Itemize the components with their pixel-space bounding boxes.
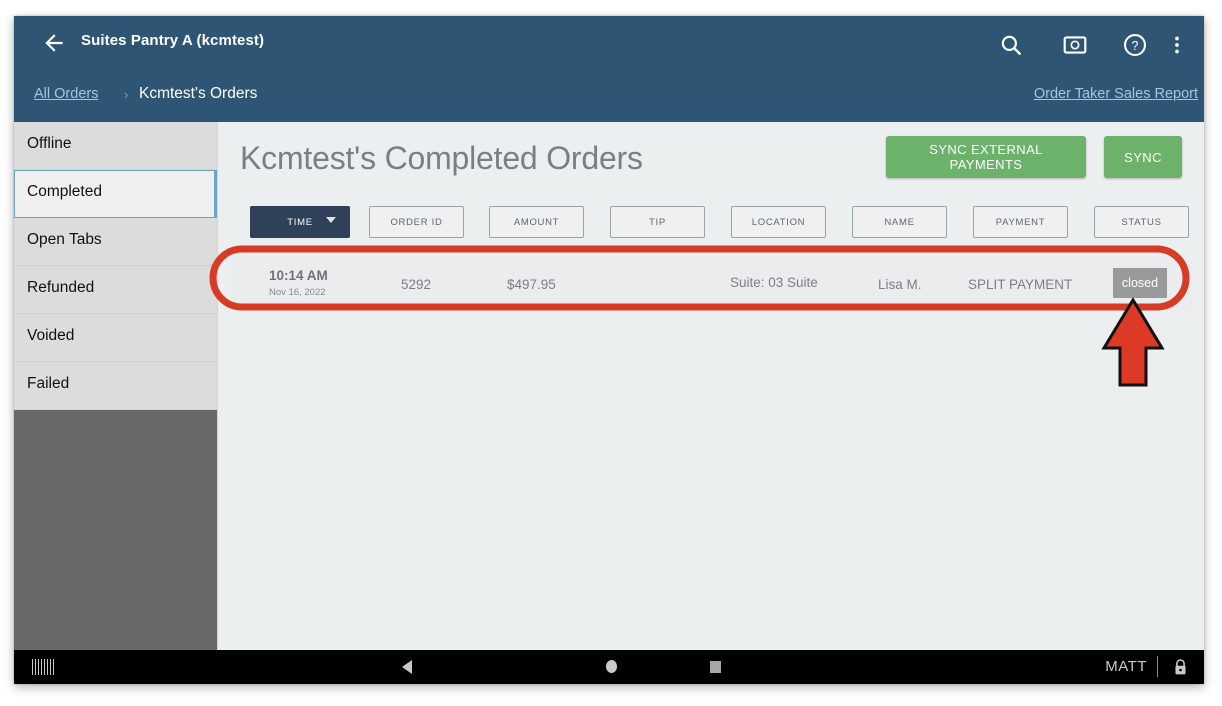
cell-amount: $497.95 bbox=[507, 277, 556, 292]
overflow-menu-icon[interactable] bbox=[1170, 32, 1184, 58]
breadcrumb-separator-icon: › bbox=[124, 87, 129, 102]
sync-button[interactable]: SYNC bbox=[1104, 136, 1182, 178]
nav-recent-apps-icon[interactable] bbox=[710, 661, 721, 673]
nav-back-icon[interactable] bbox=[402, 660, 412, 674]
nav-user-label: MATT bbox=[1105, 658, 1147, 675]
sidebar-item-refunded[interactable]: Refunded bbox=[14, 266, 217, 314]
page-title: Kcmtest's Completed Orders bbox=[240, 140, 643, 176]
cell-location: Suite: 03 Suite bbox=[730, 275, 818, 290]
system-nav-bar: MATT bbox=[14, 650, 1204, 684]
svg-text:?: ? bbox=[1132, 39, 1139, 53]
column-header-tip[interactable]: TIP bbox=[610, 206, 705, 238]
order-taker-sales-report-link[interactable]: Order Taker Sales Report bbox=[1034, 86, 1198, 102]
sidebar-item-voided[interactable]: Voided bbox=[14, 314, 217, 362]
status-badge: closed bbox=[1113, 268, 1167, 298]
column-header-amount[interactable]: AMOUNT bbox=[489, 206, 584, 238]
column-header-status[interactable]: STATUS bbox=[1094, 206, 1189, 238]
sidebar-item-completed[interactable]: Completed bbox=[14, 170, 217, 218]
sync-external-payments-button[interactable]: SYNC EXTERNAL PAYMENTS bbox=[886, 136, 1086, 178]
breadcrumb: All Orders › Kcmtest's Orders Order Take… bbox=[14, 72, 1204, 122]
app-bar: Suites Pantry A (kcmtest) ? bbox=[14, 16, 1204, 72]
cell-order-id: 5292 bbox=[401, 277, 432, 292]
barcode-icon[interactable] bbox=[32, 659, 54, 675]
cell-name: Lisa M. bbox=[878, 277, 922, 292]
help-circle-icon[interactable]: ? bbox=[1122, 32, 1148, 58]
search-icon[interactable] bbox=[998, 32, 1024, 58]
column-header-time[interactable]: TIME bbox=[250, 206, 350, 238]
breadcrumb-current: Kcmtest's Orders bbox=[139, 85, 258, 102]
camera-icon[interactable] bbox=[1062, 32, 1088, 58]
nav-home-icon[interactable] bbox=[606, 660, 617, 673]
sidebar-item-label: Offline bbox=[27, 135, 72, 152]
sidebar-item-offline[interactable]: Offline bbox=[14, 122, 217, 170]
sidebar-item-label: Open Tabs bbox=[27, 231, 102, 248]
cell-payment: SPLIT PAYMENT bbox=[968, 277, 1073, 292]
column-header-location[interactable]: LOCATION bbox=[731, 206, 826, 238]
chevron-down-icon bbox=[326, 217, 336, 223]
sidebar-item-label: Completed bbox=[27, 183, 102, 200]
tablet-screen: Suites Pantry A (kcmtest) ? All Orders ›… bbox=[14, 16, 1204, 684]
sidebar-item-open-tabs[interactable]: Open Tabs bbox=[14, 218, 217, 266]
column-header-label: TIME bbox=[287, 216, 313, 228]
cell-date: Nov 16, 2022 bbox=[269, 287, 326, 298]
breadcrumb-all-orders-link[interactable]: All Orders bbox=[34, 86, 98, 102]
back-arrow-icon[interactable] bbox=[40, 30, 68, 58]
app-title: Suites Pantry A (kcmtest) bbox=[81, 32, 265, 49]
sidebar-item-failed[interactable]: Failed bbox=[14, 362, 217, 410]
main-content: Kcmtest's Completed Orders SYNC EXTERNAL… bbox=[217, 122, 1204, 650]
cell-time: 10:14 AM bbox=[269, 268, 328, 283]
sidebar-item-label: Voided bbox=[27, 327, 75, 344]
column-header-name[interactable]: NAME bbox=[852, 206, 947, 238]
column-header-row: TIME ORDER ID AMOUNT TIP LOCATION NAME P… bbox=[218, 206, 1204, 252]
table-row[interactable]: 10:14 AM Nov 16, 2022 5292 $497.95 Suite… bbox=[230, 258, 1193, 310]
lock-icon[interactable] bbox=[1173, 658, 1188, 676]
sidebar-item-label: Refunded bbox=[27, 279, 95, 296]
sidebar: Offline Completed Open Tabs Refunded Voi… bbox=[14, 122, 217, 650]
nav-divider bbox=[1157, 656, 1158, 677]
column-header-payment[interactable]: PAYMENT bbox=[973, 206, 1068, 238]
sidebar-item-label: Failed bbox=[27, 375, 70, 392]
column-header-order-id[interactable]: ORDER ID bbox=[369, 206, 464, 238]
